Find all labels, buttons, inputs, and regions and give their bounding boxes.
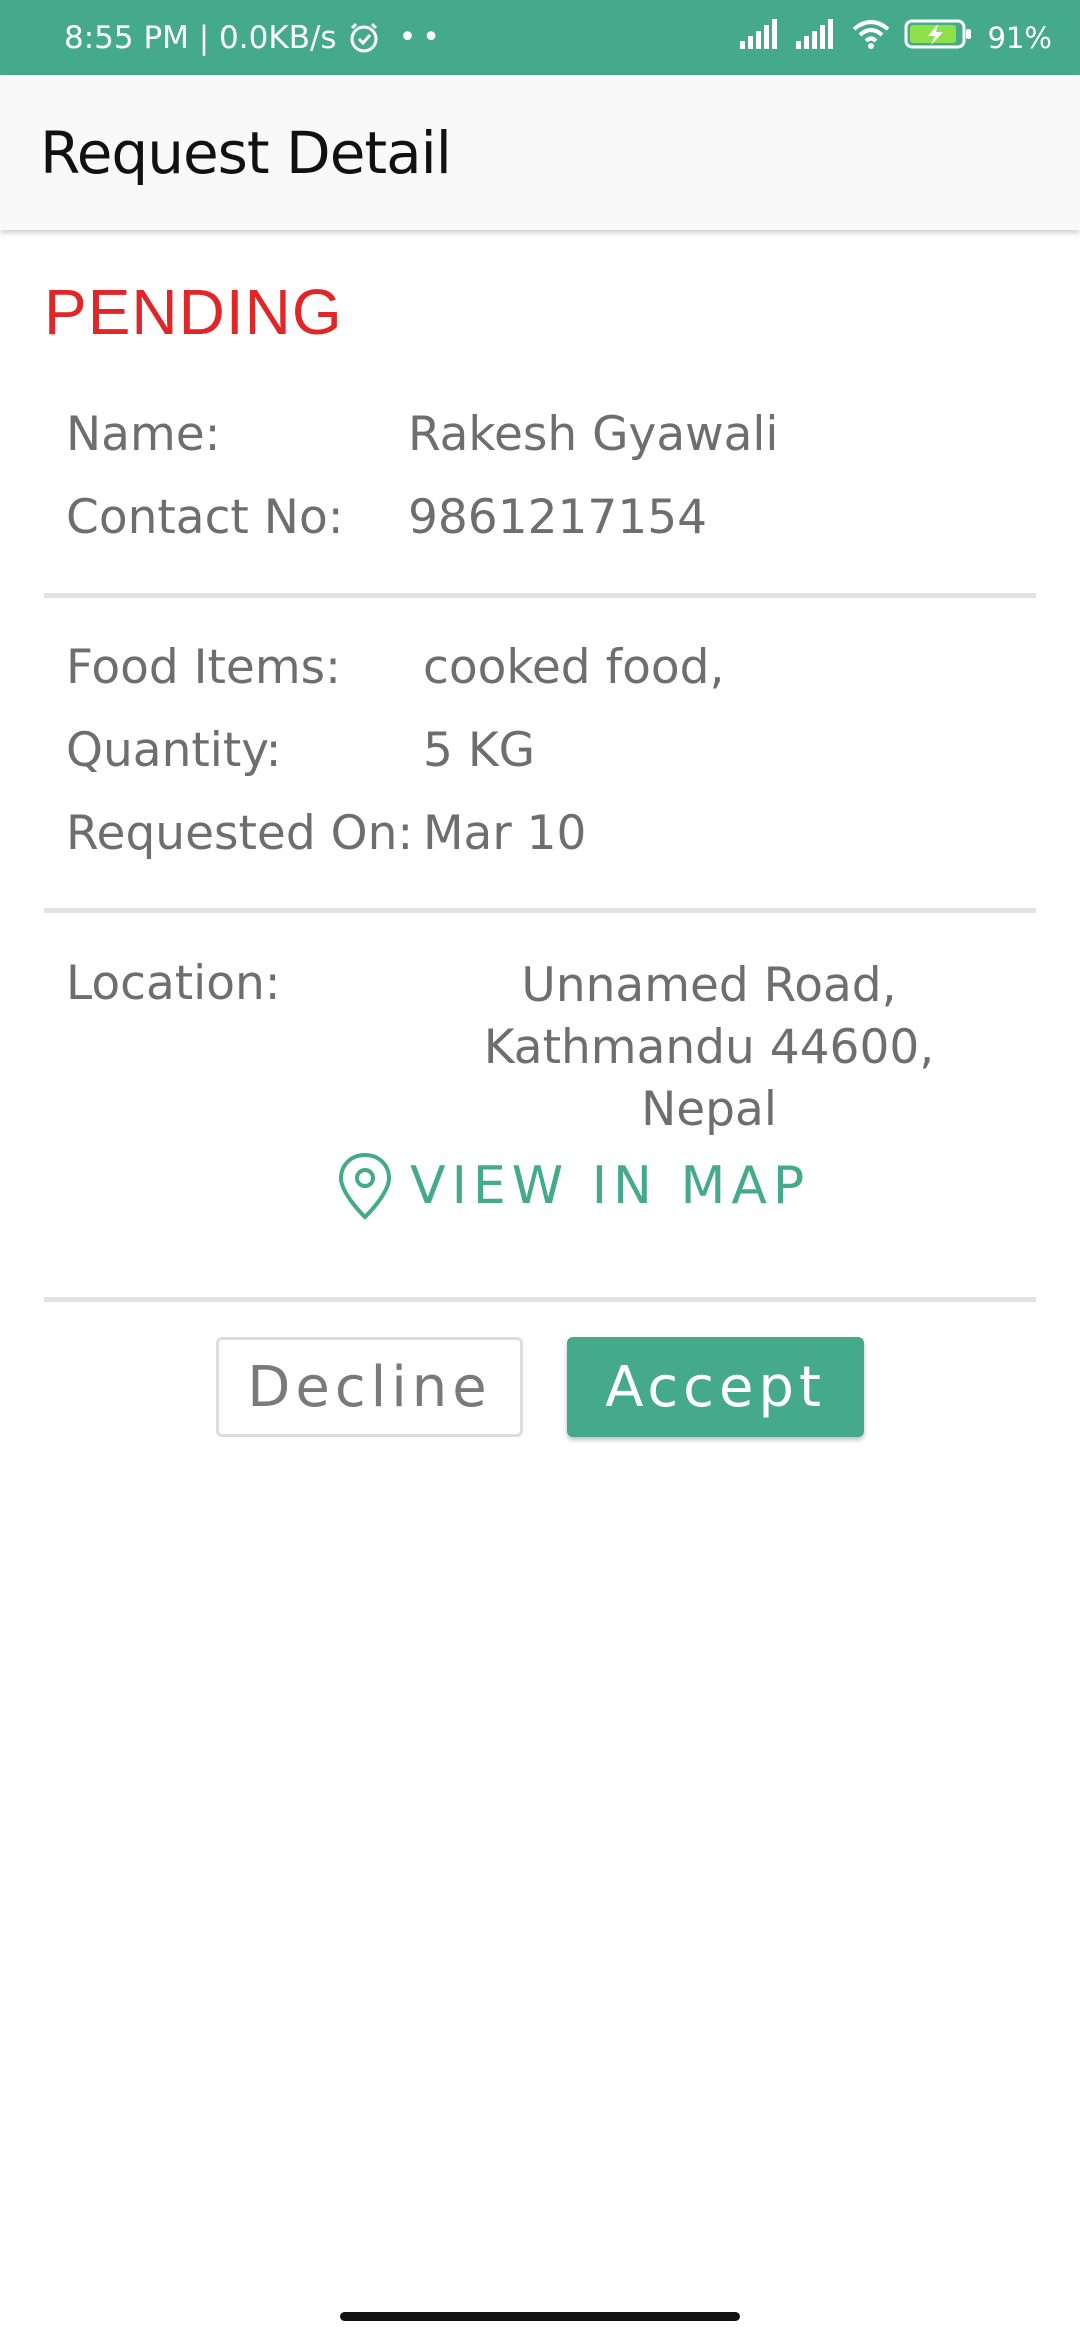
home-indicator[interactable] [340, 2312, 740, 2321]
app-bar: Request Detail [0, 75, 1080, 230]
food-items-value: cooked food, [423, 640, 725, 695]
accept-button[interactable]: Accept [567, 1337, 864, 1437]
status-left: 8:55 PM | 0.0KB/s •• [64, 0, 446, 75]
battery-percent: 91% [987, 20, 1052, 55]
requested-on-value: Mar 10 [423, 806, 587, 861]
contact-row: Contact No: 9861217154 [0, 490, 1080, 550]
time-and-speed: 8:55 PM | 0.0KB/s [64, 19, 337, 56]
signal-icon [795, 19, 838, 56]
notification-dots: •• [398, 20, 446, 55]
location-row: Location: [0, 956, 400, 1016]
signal-icon [739, 19, 782, 56]
location-value: Unnamed Road, Kathmandu 44600, Nepal [415, 955, 1003, 1141]
status-right: 91% [739, 0, 1052, 75]
divider [44, 908, 1036, 913]
quantity-row: Quantity: 5 KG [0, 723, 1080, 783]
view-in-map-button[interactable]: VIEW IN MAP [336, 1148, 810, 1224]
divider [44, 593, 1036, 598]
map-pin-icon [338, 1152, 392, 1220]
location-label: Location: [66, 956, 281, 1011]
quantity-label: Quantity: [66, 723, 282, 778]
page-title: Request Detail [40, 119, 452, 187]
name-label: Name: [66, 407, 221, 462]
name-row: Name: Rakesh Gyawali [0, 407, 1080, 467]
decline-button[interactable]: Decline [216, 1337, 523, 1437]
name-value: Rakesh Gyawali [408, 407, 779, 462]
status-bar: 8:55 PM | 0.0KB/s •• 91% [0, 0, 1080, 75]
request-status: PENDING [44, 276, 343, 348]
divider [44, 1297, 1036, 1302]
battery-charging-icon [904, 18, 974, 57]
requested-on-row: Requested On: Mar 10 [0, 806, 1080, 866]
location-line-2: Kathmandu 44600, Nepal [483, 1020, 935, 1137]
location-line-1: Unnamed Road, [521, 958, 897, 1013]
wifi-icon [852, 19, 890, 56]
quantity-value: 5 KG [423, 723, 536, 778]
contact-value: 9861217154 [408, 490, 708, 545]
requested-on-label: Requested On: [66, 806, 414, 861]
view-in-map-label: VIEW IN MAP [410, 1156, 811, 1216]
food-items-row: Food Items: cooked food, [0, 640, 1080, 700]
alarm-icon [347, 21, 381, 55]
food-items-label: Food Items: [66, 640, 341, 695]
contact-label: Contact No: [66, 490, 344, 545]
